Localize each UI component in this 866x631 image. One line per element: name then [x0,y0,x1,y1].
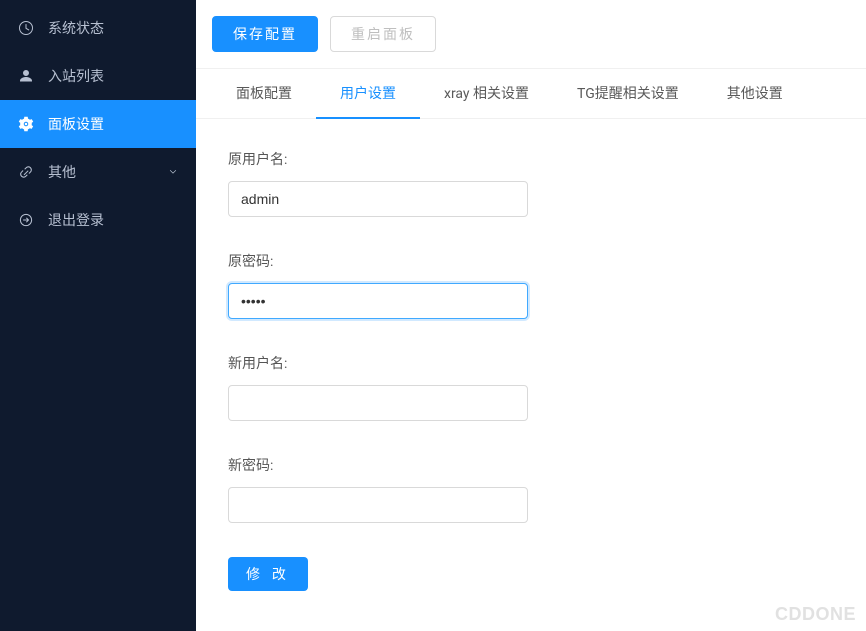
chevron-down-icon [168,167,178,177]
logout-icon [18,212,34,228]
user-settings-form: 原用户名: 原密码: 新用户名: 新密码: 修 改 [196,119,866,621]
old-username-label: 原用户名: [228,149,834,169]
new-password-input[interactable] [228,487,528,523]
main-content: 保存配置 重启面板 面板配置 用户设置 xray 相关设置 TG提醒相关设置 其… [196,0,866,631]
sidebar-item-label: 系统状态 [48,18,178,38]
old-username-input[interactable] [228,181,528,217]
sidebar-item-other[interactable]: 其他 [0,148,196,196]
tabs: 面板配置 用户设置 xray 相关设置 TG提醒相关设置 其他设置 [196,69,866,119]
tab-other-settings[interactable]: 其他设置 [703,69,807,119]
tab-xray-settings[interactable]: xray 相关设置 [420,69,553,119]
sidebar-item-panel-settings[interactable]: 面板设置 [0,100,196,148]
form-group-new-username: 新用户名: [228,353,834,421]
form-group-old-username: 原用户名: [228,149,834,217]
link-icon [18,164,34,180]
sidebar: 系统状态 入站列表 面板设置 其他 [0,0,196,631]
dashboard-icon [18,20,34,36]
restart-panel-button[interactable]: 重启面板 [330,16,436,52]
form-group-old-password: 原密码: [228,251,834,319]
gear-icon [18,116,34,132]
new-password-label: 新密码: [228,455,834,475]
form-group-new-password: 新密码: [228,455,834,523]
new-username-label: 新用户名: [228,353,834,373]
old-password-label: 原密码: [228,251,834,271]
sidebar-item-label: 面板设置 [48,114,178,134]
user-icon [18,68,34,84]
sidebar-item-label: 退出登录 [48,210,178,230]
save-config-button[interactable]: 保存配置 [212,16,318,52]
sidebar-item-system-status[interactable]: 系统状态 [0,4,196,52]
sidebar-item-logout[interactable]: 退出登录 [0,196,196,244]
sidebar-item-label: 入站列表 [48,66,178,86]
tab-user-settings[interactable]: 用户设置 [316,69,420,119]
toolbar: 保存配置 重启面板 [196,16,866,69]
sidebar-item-inbound-list[interactable]: 入站列表 [0,52,196,100]
old-password-input[interactable] [228,283,528,319]
new-username-input[interactable] [228,385,528,421]
submit-button[interactable]: 修 改 [228,557,308,591]
tab-tg-notify-settings[interactable]: TG提醒相关设置 [553,69,703,119]
sidebar-item-label: 其他 [48,162,168,182]
tab-panel-config[interactable]: 面板配置 [212,69,316,119]
